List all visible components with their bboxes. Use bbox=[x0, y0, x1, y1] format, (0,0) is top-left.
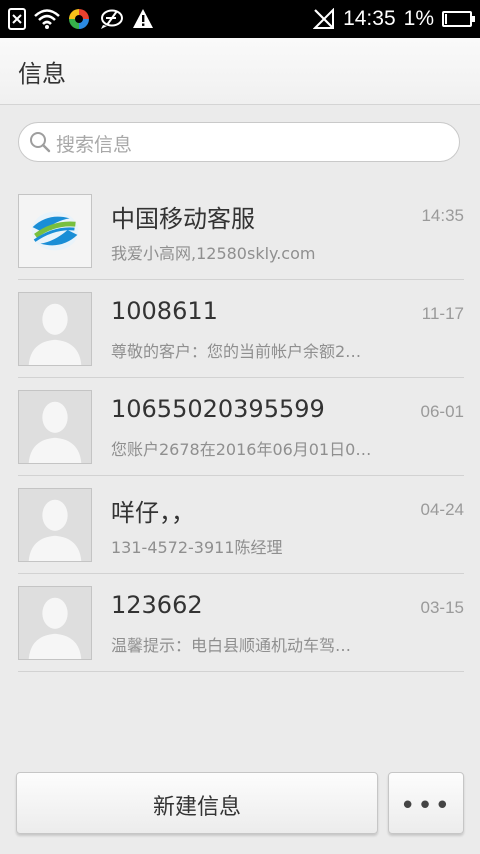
more-dots-icon: ••• bbox=[399, 791, 452, 821]
status-time: 14:35 bbox=[343, 7, 396, 30]
battery-percent: 1% bbox=[403, 7, 434, 30]
message-time: 11-17 bbox=[421, 304, 464, 323]
new-message-button[interactable]: 新建信息 bbox=[16, 772, 378, 834]
contact-name: 10655020395599 bbox=[111, 395, 325, 423]
battery-icon bbox=[442, 11, 475, 27]
sim-missing-icon bbox=[8, 8, 26, 30]
app-bubble-icon bbox=[101, 9, 123, 29]
message-time: 04-24 bbox=[420, 500, 464, 519]
default-contact-avatar-icon bbox=[18, 390, 92, 464]
conversation-item[interactable]: 123662 03-15 温馨提示：电白县顺通机动车驾… bbox=[0, 574, 480, 672]
message-time: 06-01 bbox=[420, 402, 464, 421]
more-options-button[interactable]: ••• bbox=[388, 772, 464, 834]
contact-name: 123662 bbox=[111, 591, 203, 619]
message-time: 03-15 bbox=[420, 598, 464, 617]
message-preview: 您账户2678在2016年06月01日0… bbox=[111, 440, 372, 459]
message-preview: 131-4572-3911陈经理 bbox=[111, 538, 283, 557]
signal-off-icon bbox=[313, 8, 335, 29]
default-contact-avatar-icon bbox=[18, 488, 92, 562]
contact-name: 咩仔，， bbox=[111, 499, 195, 527]
conversation-list: 中国移动客服 14:35 我爱小高网,12580skly.com 1008611… bbox=[0, 182, 480, 672]
search-icon bbox=[30, 132, 51, 153]
china-mobile-logo-icon bbox=[18, 194, 92, 268]
default-contact-avatar-icon bbox=[18, 292, 92, 366]
default-contact-avatar-icon bbox=[18, 586, 92, 660]
divider bbox=[18, 671, 464, 672]
message-preview: 尊敬的客户：您的当前帐户余额2… bbox=[111, 342, 362, 361]
app-header: 信息 bbox=[0, 38, 480, 105]
search-input[interactable]: 搜索信息 bbox=[18, 122, 460, 162]
warning-icon bbox=[133, 9, 153, 28]
message-preview: 我爱小高网,12580skly.com bbox=[111, 244, 316, 263]
message-time: 14:35 bbox=[421, 206, 464, 225]
app-color-icon bbox=[69, 9, 89, 29]
conversation-item[interactable]: 中国移动客服 14:35 我爱小高网,12580skly.com bbox=[0, 182, 480, 280]
conversation-item[interactable]: 10655020395599 06-01 您账户2678在2016年06月01日… bbox=[0, 378, 480, 476]
search-placeholder: 搜索信息 bbox=[56, 134, 133, 156]
contact-name: 1008611 bbox=[111, 297, 218, 325]
conversation-item[interactable]: 1008611 11-17 尊敬的客户：您的当前帐户余额2… bbox=[0, 280, 480, 378]
page-title: 信息 bbox=[18, 60, 66, 88]
conversation-item[interactable]: 咩仔，， 04-24 131-4572-3911陈经理 bbox=[0, 476, 480, 574]
wifi-icon bbox=[34, 9, 60, 29]
message-preview: 温馨提示：电白县顺通机动车驾… bbox=[111, 636, 352, 655]
status-bar: 14:35 1% bbox=[0, 0, 480, 38]
contact-name: 中国移动客服 bbox=[111, 205, 255, 233]
new-message-label: 新建信息 bbox=[152, 795, 241, 820]
